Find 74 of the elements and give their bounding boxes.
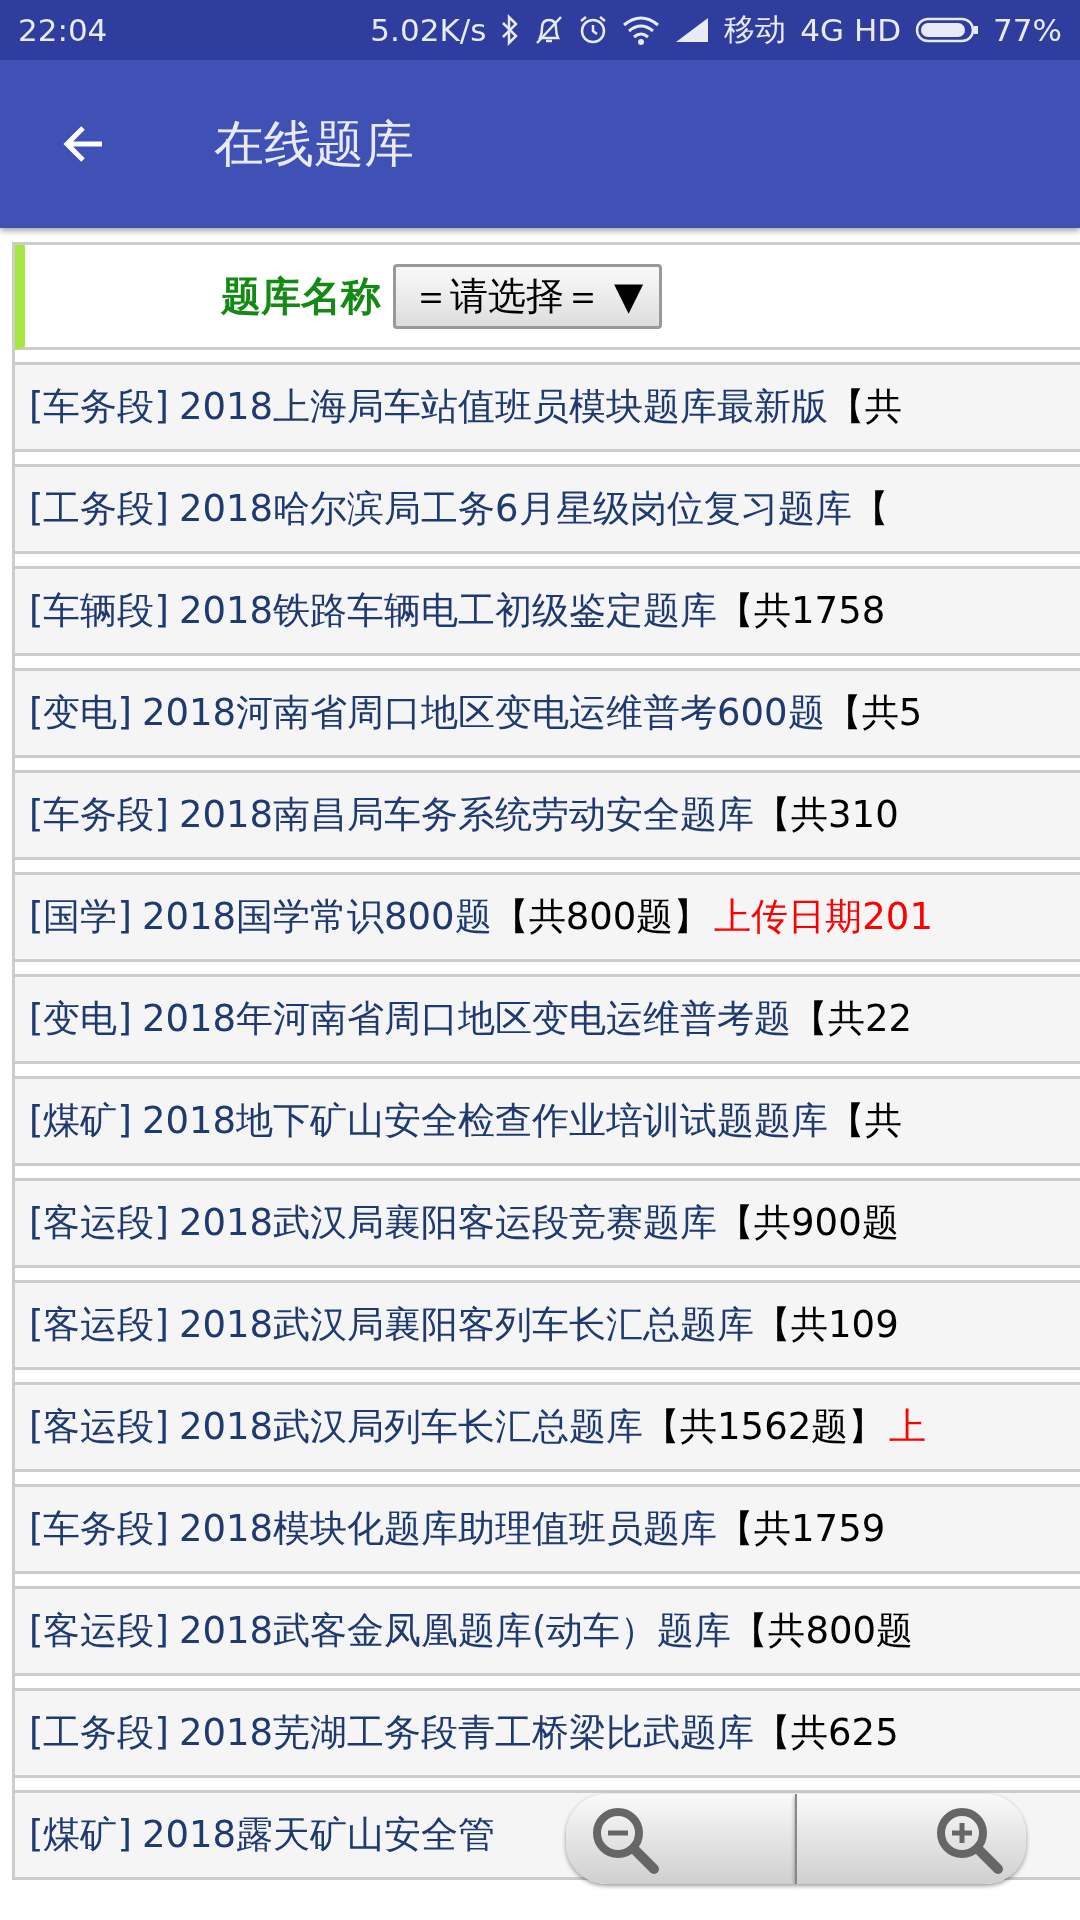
- question-count: 【: [851, 486, 889, 532]
- signal-icon: [674, 16, 711, 44]
- bank-title: 2018武汉局襄阳客列车长汇总题库: [178, 1302, 755, 1348]
- bank-title: 2018铁路车辆电工初级鉴定题库: [178, 588, 718, 634]
- question-count: 【共310: [754, 792, 899, 838]
- question-bank-row[interactable]: [变电] 2018河南省周口地区变电运维普考600题【共5: [15, 668, 1080, 758]
- question-bank-row[interactable]: [客运段] 2018武汉局襄阳客列车长汇总题库【共109: [15, 1280, 1080, 1370]
- category-tag: [国学]: [29, 892, 132, 942]
- network-speed: 5.02K/s: [370, 12, 487, 48]
- zoom-out-button[interactable]: [566, 1794, 795, 1884]
- category-tag: [客运段]: [29, 1198, 169, 1248]
- carrier-name: 移动: [724, 10, 787, 49]
- bank-title: 2018武客金凤凰题库(动车）题库: [178, 1608, 732, 1654]
- question-count: 【共: [828, 384, 903, 430]
- question-bank-row[interactable]: [工务段] 2018哈尔滨局工务6月星级岗位复习题库【: [15, 464, 1080, 554]
- bank-title: 2018上海局车站值班员模块题库最新版: [178, 384, 829, 430]
- bank-title: 2018国学常识800题: [141, 894, 492, 940]
- question-count: 【共1562题】: [643, 1404, 886, 1450]
- bank-title: 2018哈尔滨局工务6月星级岗位复习题库: [178, 486, 852, 532]
- category-tag: [工务段]: [29, 484, 169, 534]
- question-count: 【共1759: [717, 1506, 886, 1552]
- question-bank-row[interactable]: [车务段] 2018上海局车站值班员模块题库最新版【共: [15, 362, 1080, 452]
- category-tag: [客运段]: [29, 1606, 169, 1656]
- category-tag: [车务段]: [29, 382, 169, 432]
- bank-title: 2018年河南省周口地区变电运维普考题: [141, 996, 792, 1042]
- screen-title: 在线题库: [214, 113, 414, 175]
- network-type: 4G HD: [800, 12, 902, 48]
- category-tag: [客运段]: [29, 1402, 169, 1452]
- question-count: 【共625: [754, 1710, 899, 1756]
- bank-title: 2018武汉局列车长汇总题库: [178, 1404, 644, 1450]
- clock: 22:04: [18, 12, 108, 48]
- category-tag: [变电]: [29, 688, 132, 738]
- battery-icon: [915, 16, 980, 44]
- question-bank-row[interactable]: [客运段] 2018武汉局襄阳客运段竞赛题库【共900题: [15, 1178, 1080, 1268]
- question-bank-row[interactable]: [车务段] 2018南昌局车务系统劳动安全题库【共310: [15, 770, 1080, 860]
- upload-date: 上: [889, 1404, 927, 1450]
- zoom-in-button[interactable]: [795, 1794, 1026, 1884]
- category-tag: [车辆段]: [29, 586, 169, 636]
- question-bank-row[interactable]: [工务段] 2018芜湖工务段青工桥梁比武题库【共625: [15, 1688, 1080, 1778]
- question-bank-row[interactable]: [煤矿] 2018地下矿山安全检查作业培训试题题库【共: [15, 1076, 1080, 1166]
- bank-title: 2018露天矿山安全管: [141, 1812, 496, 1858]
- category-tag: [工务段]: [29, 1708, 169, 1758]
- bank-title: 2018芜湖工务段青工桥梁比武题库: [178, 1710, 755, 1756]
- question-count: 【共109: [754, 1302, 899, 1348]
- question-count: 【共1758: [717, 588, 886, 634]
- category-tag: [煤矿]: [29, 1810, 132, 1860]
- bank-title: 2018武汉局襄阳客运段竞赛题库: [178, 1200, 718, 1246]
- category-tag: [客运段]: [29, 1300, 169, 1350]
- bank-title: 2018地下矿山安全检查作业培训试题题库: [141, 1098, 829, 1144]
- question-bank-row[interactable]: [车务段] 2018模块化题库助理值班员题库【共1759: [15, 1484, 1080, 1574]
- question-bank-row[interactable]: [车辆段] 2018铁路车辆电工初级鉴定题库【共1758: [15, 566, 1080, 656]
- bank-title: 2018南昌局车务系统劳动安全题库: [178, 792, 755, 838]
- question-count: 【共: [828, 1098, 903, 1144]
- category-tag: [煤矿]: [29, 1096, 132, 1146]
- bank-title: 2018河南省周口地区变电运维普考600题: [141, 690, 825, 736]
- category-tag: [变电]: [29, 994, 132, 1044]
- upload-date: 上传日期201: [714, 894, 933, 940]
- question-bank-row[interactable]: [客运段] 2018武汉局列车长汇总题库【共1562题】上: [15, 1382, 1080, 1472]
- question-bank-row[interactable]: [变电] 2018年河南省周口地区变电运维普考题【共22: [15, 974, 1080, 1064]
- category-dropdown[interactable]: ＝请选择＝ ▼: [393, 263, 663, 329]
- question-bank-row[interactable]: [国学] 2018国学常识800题【共800题】上传日期201: [15, 872, 1080, 962]
- category-tag: [车务段]: [29, 790, 169, 840]
- question-count: 【共900题: [717, 1200, 899, 1246]
- question-count: 【共5: [824, 690, 923, 736]
- battery-level: 77%: [993, 12, 1062, 48]
- question-bank-row[interactable]: [客运段] 2018武客金凤凰题库(动车）题库【共800题: [15, 1586, 1080, 1676]
- question-count: 【共22: [791, 996, 913, 1042]
- bank-title: 2018模块化题库助理值班员题库: [178, 1506, 718, 1552]
- question-count: 【共800题: [731, 1608, 914, 1654]
- bell-off-icon: [534, 14, 565, 46]
- wifi-icon: [622, 15, 661, 45]
- category-tag: [车务段]: [29, 1504, 169, 1554]
- filter-label: 题库名称: [221, 271, 381, 321]
- question-count: 【共800题】: [491, 894, 711, 940]
